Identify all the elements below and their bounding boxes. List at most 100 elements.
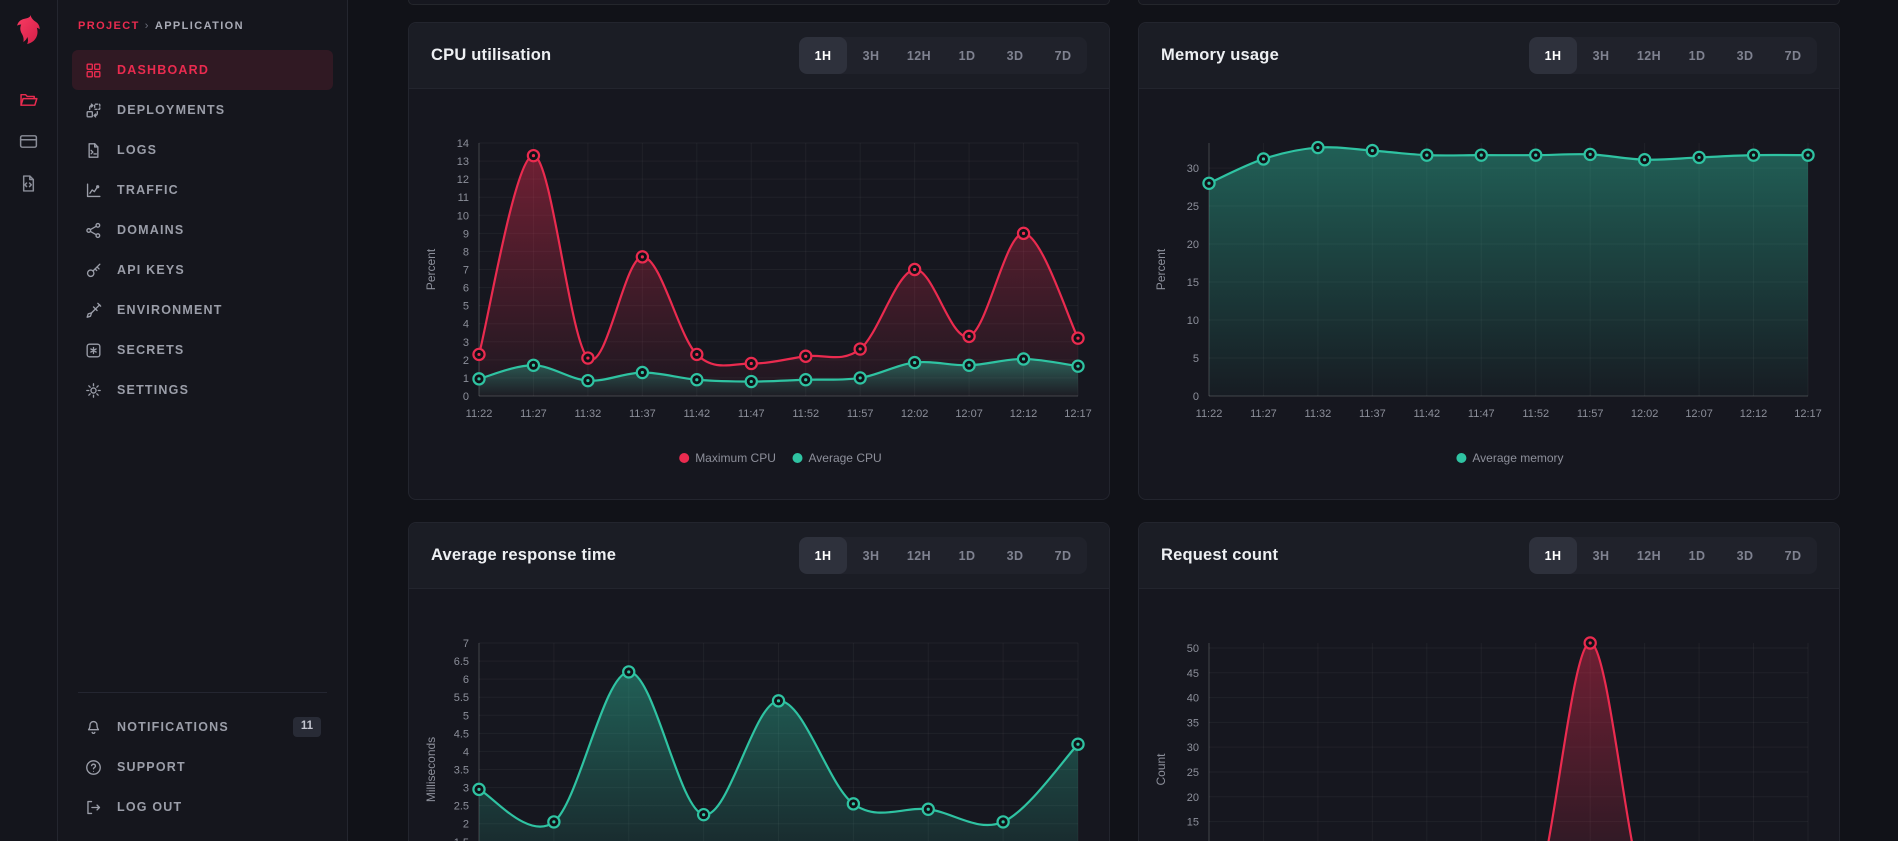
svg-text:2: 2 — [463, 355, 469, 367]
sidebar-item-domains[interactable]: DOMAINS — [72, 210, 333, 250]
rail-file-code-icon[interactable] — [9, 162, 49, 204]
svg-text:12:17: 12:17 — [1794, 408, 1822, 420]
svg-text:11:57: 11:57 — [847, 408, 874, 420]
svg-text:6: 6 — [463, 283, 469, 295]
card-memory-usage: Memory usage1H3H12H1D3D7D05101520253011:… — [1138, 22, 1840, 500]
range-button-3h[interactable]: 3H — [847, 537, 895, 574]
range-button-3d[interactable]: 3D — [1721, 537, 1769, 574]
sidebar-item-label: LOG OUT — [117, 800, 182, 814]
sidebar-item-label: DOMAINS — [117, 223, 184, 237]
svg-text:13: 13 — [457, 156, 469, 168]
svg-text:12:17: 12:17 — [1064, 408, 1092, 420]
svg-text:12:07: 12:07 — [1685, 408, 1713, 420]
question-circle-icon — [84, 758, 103, 777]
range-button-12h[interactable]: 12H — [895, 537, 943, 574]
card-title: Memory usage — [1161, 46, 1279, 65]
svg-text:4.5: 4.5 — [454, 728, 469, 740]
range-button-3d[interactable]: 3D — [991, 537, 1039, 574]
svg-text:Average memory: Average memory — [1472, 451, 1563, 465]
range-button-1h[interactable]: 1H — [1529, 537, 1577, 574]
logs-icon — [84, 141, 103, 160]
range-button-12h[interactable]: 12H — [1625, 37, 1673, 74]
range-button-1d[interactable]: 1D — [1673, 37, 1721, 74]
svg-text:1: 1 — [463, 373, 469, 385]
breadcrumb-project-link[interactable]: PROJECT — [78, 20, 140, 32]
previous-card-bottom-edge — [408, 0, 1110, 5]
icon-rail — [0, 0, 58, 841]
svg-text:14: 14 — [457, 138, 469, 150]
sidebar-item-deployments[interactable]: DEPLOYMENTS — [72, 90, 333, 130]
svg-text:11:32: 11:32 — [575, 408, 602, 420]
sidebar-item-traffic[interactable]: TRAFFIC — [72, 170, 333, 210]
range-button-1d[interactable]: 1D — [943, 37, 991, 74]
sidebar-item-support[interactable]: SUPPORT — [72, 747, 333, 787]
logout-icon — [84, 798, 103, 817]
svg-text:5: 5 — [463, 710, 469, 722]
breadcrumb-application-link[interactable]: APPLICATION — [155, 20, 244, 32]
range-button-1d[interactable]: 1D — [943, 537, 991, 574]
svg-text:3.5: 3.5 — [454, 765, 469, 777]
range-button-12h[interactable]: 12H — [895, 37, 943, 74]
svg-text:35: 35 — [1187, 717, 1199, 729]
range-button-3h[interactable]: 3H — [847, 37, 895, 74]
sidebar-item-log-out[interactable]: LOG OUT — [72, 787, 333, 827]
svg-text:10: 10 — [457, 210, 469, 222]
range-button-1h[interactable]: 1H — [799, 537, 847, 574]
sidebar-item-label: NOTIFICATIONS — [117, 720, 229, 734]
svg-text:Average CPU: Average CPU — [809, 451, 882, 465]
chart-card-grid: CPU utilisation1H3H12H1D3D7D012345678910… — [408, 22, 1898, 841]
range-button-1d[interactable]: 1D — [1673, 537, 1721, 574]
svg-text:0: 0 — [1193, 391, 1199, 403]
svg-text:2.5: 2.5 — [454, 801, 469, 813]
sidebar-item-label: SUPPORT — [117, 760, 186, 774]
range-button-3h[interactable]: 3H — [1577, 37, 1625, 74]
sidebar-item-dashboard[interactable]: DASHBOARD — [72, 50, 333, 90]
sidebar-item-environment[interactable]: ENVIRONMENT — [72, 290, 333, 330]
svg-text:5: 5 — [463, 301, 469, 313]
sidebar-item-logs[interactable]: LOGS — [72, 130, 333, 170]
nestjs-logo[interactable] — [11, 12, 47, 48]
svg-text:12:07: 12:07 — [955, 408, 983, 420]
previous-card-bottom-edge — [1138, 0, 1840, 5]
svg-text:12:02: 12:02 — [1631, 408, 1659, 420]
sidebar-item-secrets[interactable]: SECRETS — [72, 330, 333, 370]
range-button-12h[interactable]: 12H — [1625, 537, 1673, 574]
range-button-3h[interactable]: 3H — [1577, 537, 1625, 574]
rail-folder-open-icon[interactable] — [9, 78, 49, 120]
range-button-1h[interactable]: 1H — [799, 37, 847, 74]
sidebar-item-api-keys[interactable]: API KEYS — [72, 250, 333, 290]
svg-text:20: 20 — [1187, 792, 1199, 804]
sidebar-item-settings[interactable]: SETTINGS — [72, 370, 333, 410]
rail-credit-card-icon[interactable] — [9, 120, 49, 162]
svg-text:11:27: 11:27 — [1250, 408, 1277, 420]
svg-text:11:47: 11:47 — [738, 408, 765, 420]
traffic-icon — [84, 181, 103, 200]
svg-text:Percent: Percent — [424, 248, 438, 290]
folder-open-icon — [18, 89, 39, 110]
range-button-7d[interactable]: 7D — [1769, 537, 1817, 574]
range-button-3d[interactable]: 3D — [991, 37, 1039, 74]
sidebar-item-label: API KEYS — [117, 263, 185, 277]
svg-text:6.5: 6.5 — [454, 656, 469, 668]
range-button-3d[interactable]: 3D — [1721, 37, 1769, 74]
svg-text:30: 30 — [1187, 163, 1199, 175]
breadcrumb-separator: › — [145, 20, 150, 32]
sidebar-item-label: DASHBOARD — [117, 63, 209, 77]
sidebar-item-notifications[interactable]: NOTIFICATIONS11 — [72, 707, 333, 747]
svg-text:50: 50 — [1187, 643, 1199, 655]
svg-text:11: 11 — [458, 192, 469, 204]
cpu-utilisation-plot: 0123456789101112131411:2211:2711:3211:37… — [409, 89, 1109, 500]
svg-text:15: 15 — [1187, 277, 1199, 289]
breadcrumb: PROJECT › APPLICATION — [72, 20, 333, 32]
range-button-7d[interactable]: 7D — [1769, 37, 1817, 74]
svg-text:11:22: 11:22 — [1196, 408, 1223, 420]
svg-text:11:37: 11:37 — [629, 408, 656, 420]
range-button-7d[interactable]: 7D — [1039, 537, 1087, 574]
range-button-7d[interactable]: 7D — [1039, 37, 1087, 74]
svg-text:11:42: 11:42 — [1413, 408, 1440, 420]
time-range-selector: 1H3H12H1D3D7D — [1529, 37, 1817, 74]
svg-text:12:12: 12:12 — [1010, 408, 1038, 420]
card-header-average-response-time: Average response time1H3H12H1D3D7D — [409, 523, 1109, 589]
range-button-1h[interactable]: 1H — [1529, 37, 1577, 74]
svg-text:45: 45 — [1187, 668, 1199, 680]
